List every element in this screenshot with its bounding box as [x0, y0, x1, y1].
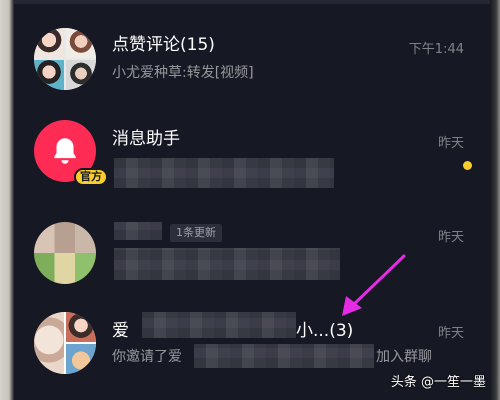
message-preview-prefix: 你邀请了爱: [112, 349, 182, 365]
message-time: 下午1:44: [408, 42, 464, 57]
annotation-arrow-icon: [342, 254, 406, 316]
right-screen-edge: [490, 0, 500, 400]
avatar-tile: [66, 312, 96, 342]
redacted-preview: [114, 248, 340, 280]
blurred-avatar[interactable]: [34, 222, 96, 284]
redacted-name: [114, 222, 162, 240]
avatar-tile: [66, 28, 96, 58]
avatar-tile: [34, 312, 64, 374]
avatar-tile: [66, 60, 96, 90]
watermark: 头条 @一笙一墨: [390, 375, 486, 390]
avatar-tile: [34, 28, 64, 58]
official-badge: 官方: [74, 168, 108, 186]
message-time: 昨天: [437, 326, 464, 341]
message-row-friend[interactable]: 1条更新 昨天: [14, 202, 490, 294]
avatar-tile: [34, 60, 64, 90]
message-time: 昨天: [437, 230, 464, 245]
group-name-prefix: 爱: [112, 321, 129, 341]
message-title: 点赞评论(15): [112, 35, 215, 55]
message-row-assistant[interactable]: 官方 消息助手 昨天: [14, 106, 490, 198]
message-row-likes-comments[interactable]: 点赞评论(15) 小尤爱种草:转发[视频] 下午1:44: [14, 12, 490, 104]
avatar-tile: [66, 344, 96, 374]
group-avatar[interactable]: [34, 28, 96, 90]
message-title: 消息助手: [112, 129, 180, 149]
bell-icon-graphic: [54, 138, 76, 164]
left-screen-edge: [0, 0, 14, 400]
group-avatar[interactable]: [34, 312, 96, 374]
message-preview-suffix: 加入群聊: [376, 349, 432, 365]
message-time: 昨天: [437, 136, 464, 151]
message-preview: 小尤爱种草:转发[视频]: [112, 65, 254, 81]
redacted-name: [142, 312, 296, 338]
unread-dot: [463, 161, 472, 170]
top-divider: [14, 0, 490, 4]
redacted-preview: [194, 344, 374, 368]
redacted-preview: [114, 158, 334, 188]
update-tag: 1条更新: [170, 224, 222, 242]
